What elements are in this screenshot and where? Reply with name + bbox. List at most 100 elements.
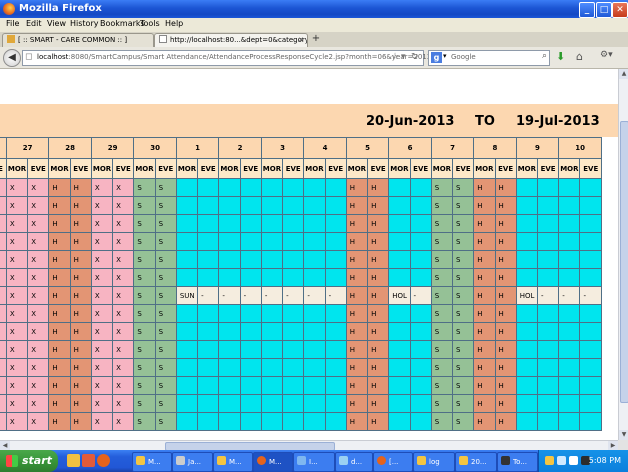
- google-icon[interactable]: g: [431, 52, 442, 63]
- attendance-cell: -: [536, 286, 560, 305]
- close-button[interactable]: ✕: [612, 2, 628, 18]
- quicklaunch-opera-icon[interactable]: [82, 454, 95, 467]
- taskbar-item-2[interactable]: Ja...: [172, 452, 213, 472]
- attendance-cell: X: [112, 340, 135, 359]
- taskbar-item-4[interactable]: M...: [253, 452, 293, 472]
- download-icon[interactable]: ⬇: [556, 50, 565, 63]
- menu-bar: File Edit View History Bookmarks Tools H…: [0, 18, 628, 33]
- back-arrow-icon[interactable]: ◀: [3, 49, 21, 67]
- quicklaunch-firefox-icon[interactable]: [97, 454, 110, 467]
- attendance-cell: -: [409, 286, 432, 305]
- vertical-scrollbar[interactable]: ▲ ▼: [618, 69, 628, 440]
- attendance-cell: X: [27, 358, 50, 377]
- tray-icon[interactable]: [545, 456, 554, 465]
- attendance-cell: H: [494, 376, 517, 395]
- home-icon[interactable]: ⌂: [576, 50, 583, 63]
- taskbar-item-3[interactable]: M...: [213, 452, 253, 472]
- attendance-cell: [197, 412, 220, 431]
- attendance-cell: [579, 322, 602, 341]
- taskbar-item-10[interactable]: To...: [497, 452, 538, 472]
- day-header: 28: [48, 137, 92, 159]
- attendance-cell: [175, 196, 199, 215]
- attendance-cell: [409, 232, 432, 251]
- bookmark-star-icon[interactable]: ☆: [391, 52, 399, 62]
- attendance-cell: [260, 358, 284, 377]
- attendance-cell: X: [27, 232, 50, 251]
- day-header: 4: [303, 137, 347, 159]
- attendance-table: 62728293012345678910EVEMOREVEMOREVEMOREV…: [0, 137, 602, 431]
- vertical-scroll-thumb[interactable]: [620, 121, 628, 403]
- scroll-up-icon[interactable]: ▲: [619, 69, 628, 79]
- attendance-cell: H: [69, 250, 92, 269]
- menu-help[interactable]: Help: [165, 19, 183, 28]
- attendance-cell: [239, 214, 262, 233]
- menu-edit[interactable]: Edit: [26, 19, 42, 28]
- attendance-cell: [558, 358, 581, 377]
- attendance-cell: [303, 304, 326, 323]
- menu-history[interactable]: History: [70, 19, 98, 28]
- taskbar-item-1[interactable]: M...: [132, 452, 172, 472]
- attendance-cell: [218, 394, 241, 413]
- site-identity-icon[interactable]: ◻: [25, 52, 32, 62]
- attendance-cell: [197, 394, 220, 413]
- dropdown-chevron-icon[interactable]: ▾: [401, 52, 406, 62]
- taskbar-item-7[interactable]: [...: [373, 452, 413, 472]
- taskbar-item-8[interactable]: log: [413, 452, 455, 472]
- attendance-cell: X: [27, 340, 50, 359]
- to-date: 19-Jul-2013: [516, 114, 600, 129]
- url-bar[interactable]: ◻ localhost:8080/SmartCampus/Smart Atten…: [22, 50, 456, 66]
- attendance-cell: S: [430, 286, 454, 305]
- attendance-cell: [303, 178, 326, 197]
- taskbar-item-6[interactable]: d...: [335, 452, 373, 472]
- new-tab-button[interactable]: +: [309, 33, 323, 46]
- attendance-cell: H: [48, 394, 71, 413]
- attendance-cell: [558, 232, 581, 251]
- close-tab-icon[interactable]: ✕: [298, 34, 304, 47]
- quicklaunch-desktop-icon[interactable]: [67, 454, 80, 467]
- taskbar-item-9[interactable]: 20...: [455, 452, 497, 472]
- attendance-cell: X: [5, 376, 29, 395]
- tab-smart-care[interactable]: [ :: SMART - CARE COMMON :: ]: [2, 33, 154, 47]
- attendance-cell: [282, 376, 305, 395]
- minimize-button[interactable]: _: [579, 2, 595, 18]
- app-icon: [176, 456, 185, 465]
- tab-localhost[interactable]: http://localhost:80...&dept=0&category=0…: [154, 33, 308, 47]
- start-button[interactable]: start: [0, 450, 58, 472]
- tools-menu-icon[interactable]: ⚙▾: [600, 50, 613, 60]
- tray-icon[interactable]: [557, 456, 566, 465]
- menu-file[interactable]: File: [6, 19, 19, 28]
- attendance-cell: [324, 214, 347, 233]
- attendance-cell: [536, 250, 560, 269]
- attendance-cell: H: [48, 214, 71, 233]
- attendance-cell: [239, 232, 262, 251]
- attendance-cell: S: [154, 196, 177, 215]
- table-row: XXXHHXXSSHHSSHH: [0, 196, 602, 215]
- attendance-cell: [409, 322, 432, 341]
- reload-icon[interactable]: ↻: [411, 52, 419, 62]
- day-header: 9: [515, 137, 560, 159]
- attendance-cell: [282, 214, 305, 233]
- maximize-button[interactable]: □: [596, 2, 612, 18]
- attendance-cell: [515, 214, 539, 233]
- attendance-cell: [579, 340, 602, 359]
- menu-bookmarks[interactable]: Bookmarks: [100, 19, 145, 28]
- attendance-cell: S: [430, 232, 454, 251]
- search-engine-chevron-icon[interactable]: ▾: [443, 52, 447, 60]
- search-bar[interactable]: g ▾ Google ⌕: [428, 50, 550, 66]
- menu-tools[interactable]: Tools: [140, 19, 160, 28]
- search-icon[interactable]: ⌕: [542, 51, 547, 61]
- shift-header: EVE: [409, 158, 432, 179]
- attendance-cell: H: [48, 322, 71, 341]
- window-title-bar: Mozilla Firefox _ □ ✕: [0, 0, 628, 18]
- attendance-cell: H: [494, 322, 517, 341]
- menu-view[interactable]: View: [47, 19, 66, 28]
- attendance-cell: H: [473, 196, 496, 215]
- attendance-cell: [303, 196, 326, 215]
- scroll-down-icon[interactable]: ▼: [619, 430, 628, 440]
- table-row: XXXHHXXSSHHSSHH: [0, 322, 602, 341]
- shift-header-row: EVEMOREVEMOREVEMOREVEMOREVEMOREVEMOREVEM…: [0, 158, 602, 179]
- attendance-cell: [303, 412, 326, 431]
- attendance-cell: S: [133, 250, 156, 269]
- taskbar-item-5[interactable]: I...: [293, 452, 335, 472]
- tray-icon[interactable]: [569, 456, 578, 465]
